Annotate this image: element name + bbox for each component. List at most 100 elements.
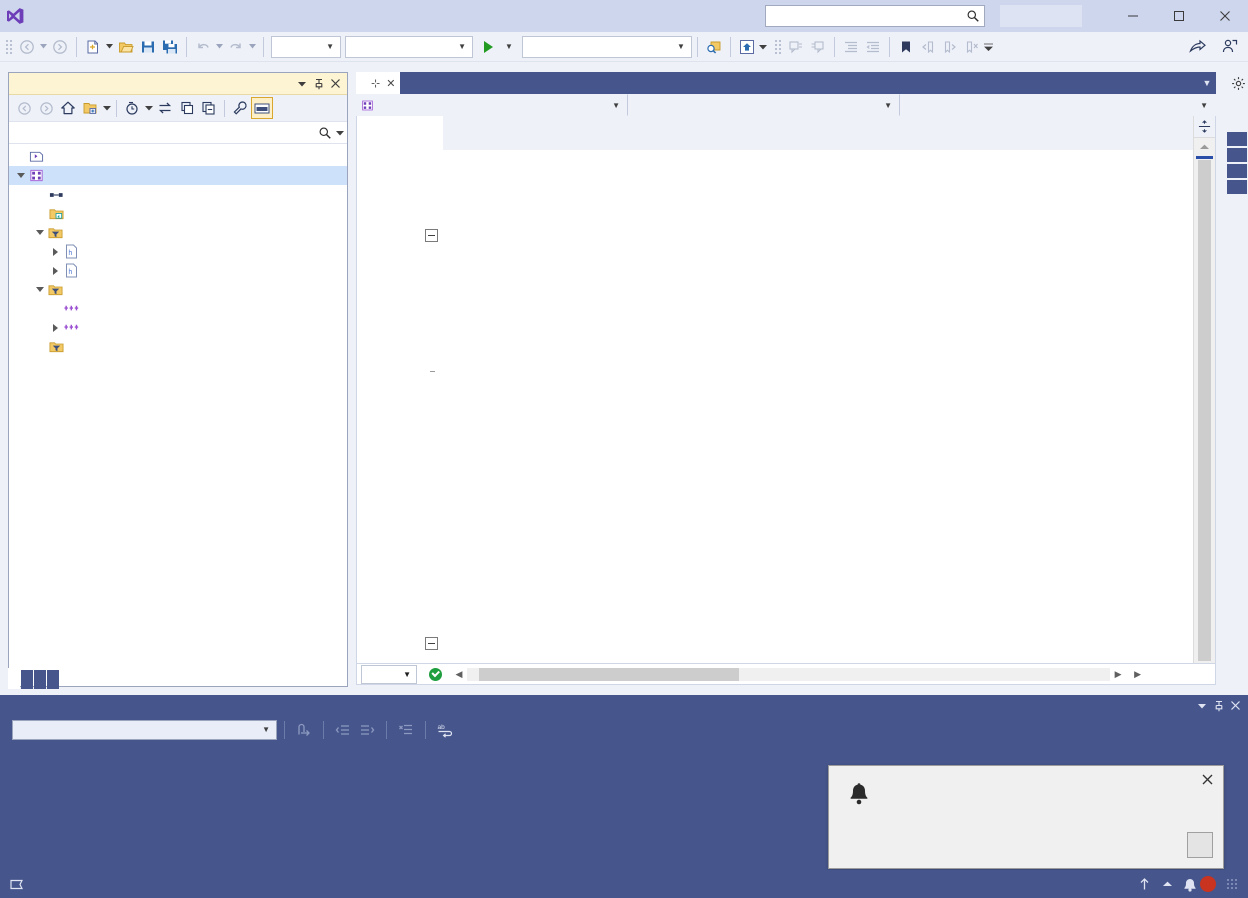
uncomment-selection-button[interactable] [807,35,829,59]
horizontal-scroll-track[interactable] [467,667,1111,681]
output-panel-pin-button[interactable] [1210,697,1227,715]
tree-item-solution[interactable] [9,147,347,166]
tab-solution-explorer[interactable] [8,668,20,689]
se-home-button[interactable] [57,97,79,119]
tree-item-pch-cpp[interactable] [9,299,347,318]
menu-project[interactable] [90,0,110,32]
clear-bookmarks-button[interactable] [961,35,983,59]
right-tab-notifications[interactable] [1227,164,1247,178]
menu-help[interactable] [250,0,270,32]
se-forward-button[interactable] [35,97,57,119]
pin-icon[interactable]: ⊹ [371,77,380,90]
solution-explorer-close-button[interactable] [327,75,344,93]
undo-button[interactable] [192,35,214,59]
navbar-project-combo[interactable]: ▼ [356,94,628,116]
vertical-scroll-thumb[interactable] [1198,160,1211,661]
save-all-button[interactable] [159,35,181,59]
tree-item-external-dependencies[interactable] [9,204,347,223]
horizontal-scroll-thumb[interactable] [479,667,739,681]
menu-window[interactable] [230,0,250,32]
notification-details-button[interactable] [1187,832,1213,858]
save-button[interactable] [137,35,159,59]
navigate-back-button[interactable] [16,35,38,59]
fold-region-start[interactable] [419,228,443,242]
next-bookmark-button[interactable] [939,35,961,59]
right-tab-toolbox[interactable] [1227,148,1247,162]
se-show-all-files-dropdown[interactable] [101,96,112,120]
se-refresh-button[interactable] [176,97,198,119]
twisty-closed-icon[interactable] [49,323,62,332]
tree-item-source-files-filter[interactable] [9,280,347,299]
menu-test[interactable] [150,0,170,32]
notifications-button[interactable] [1182,876,1216,892]
tab-team-explorer[interactable] [47,670,59,689]
output-panel-menu-button[interactable] [1193,697,1210,715]
toolbar-grip[interactable] [4,37,14,56]
expand-status-icon[interactable]: ▶ [1134,669,1141,680]
scroll-left-icon[interactable]: ◀ [451,669,467,680]
find-in-files-button[interactable] [703,35,725,59]
clear-all-button[interactable] [394,719,418,741]
se-collapse-all-button[interactable] [198,97,220,119]
redo-dropdown[interactable] [247,35,258,59]
open-file-button[interactable] [115,35,137,59]
code-line-2[interactable] [357,354,1193,388]
se-back-button[interactable] [13,97,35,119]
solution-explorer-pin-button[interactable] [310,75,327,93]
right-tab-properties[interactable] [1227,180,1247,194]
right-tab-server-explorer[interactable] [1227,132,1247,146]
code-line-1[interactable] [357,218,1193,252]
se-preview-selected-items-button[interactable] [251,97,273,119]
tab-class-view[interactable] [21,670,33,689]
go-to-message-button[interactable] [292,719,316,741]
notification-close-button[interactable] [1197,769,1217,789]
menu-view[interactable] [70,0,90,32]
twisty-open-icon[interactable] [14,173,27,178]
se-properties-button[interactable] [229,97,251,119]
scroll-right-icon[interactable]: ▶ [1110,669,1126,680]
maximize-button[interactable] [1156,0,1202,32]
tree-item-project-staticlib1[interactable] [9,166,347,185]
add-to-source-control-button[interactable] [1138,877,1172,891]
tree-item-pch-h[interactable]: h [9,261,347,280]
tree-item-framework-h[interactable]: h [9,242,347,261]
se-sync-with-document-button[interactable] [154,97,176,119]
menu-analyze[interactable] [170,0,190,32]
se-pending-changes-dropdown[interactable] [143,96,154,120]
new-project-dropdown[interactable] [104,35,115,59]
twisty-closed-icon[interactable] [49,266,62,275]
home-button[interactable] [736,35,758,59]
se-pending-changes-filter-button[interactable] [121,97,143,119]
send-feedback-button[interactable] [1218,35,1240,59]
tree-item-references[interactable] [9,185,347,204]
menu-build[interactable] [110,0,130,32]
tab-list-dropdown-button[interactable]: ▼ [1198,72,1216,94]
menu-extensions[interactable] [210,0,230,32]
settings-gear-icon[interactable] [1231,76,1246,94]
split-view-button[interactable] [1194,116,1215,138]
solution-explorer-menu-button[interactable] [293,75,310,93]
fold-region-start[interactable] [419,636,443,650]
quick-search-input[interactable] [765,5,985,27]
editor-vertical-scrollbar[interactable] [1193,116,1215,663]
editor-horizontal-scrollbar[interactable]: ◀ ▶ [451,665,1126,684]
output-panel-close-button[interactable] [1227,697,1244,715]
toggle-bookmark-button[interactable] [895,35,917,59]
se-show-all-files-button[interactable] [79,97,101,119]
comment-selection-button[interactable] [785,35,807,59]
code-line-3[interactable] [357,490,1193,524]
previous-message-button[interactable] [331,719,355,741]
twisty-open-icon[interactable] [33,287,46,292]
navbar-scope-combo[interactable]: ▼ [628,94,900,116]
scroll-up-button[interactable] [1194,138,1215,156]
tab-property-manager[interactable] [34,670,46,689]
code-line-4[interactable] [357,626,1193,660]
close-button[interactable] [1202,0,1248,32]
navigate-forward-button[interactable] [49,35,71,59]
tree-item-staticlib1-cpp[interactable] [9,318,347,337]
tree-item-resource-files-filter[interactable] [9,337,347,356]
menu-debug[interactable] [130,0,150,32]
previous-bookmark-button[interactable] [917,35,939,59]
solution-platform-combo[interactable]: ▼ [345,35,473,58]
navigate-back-dropdown[interactable] [38,35,49,59]
